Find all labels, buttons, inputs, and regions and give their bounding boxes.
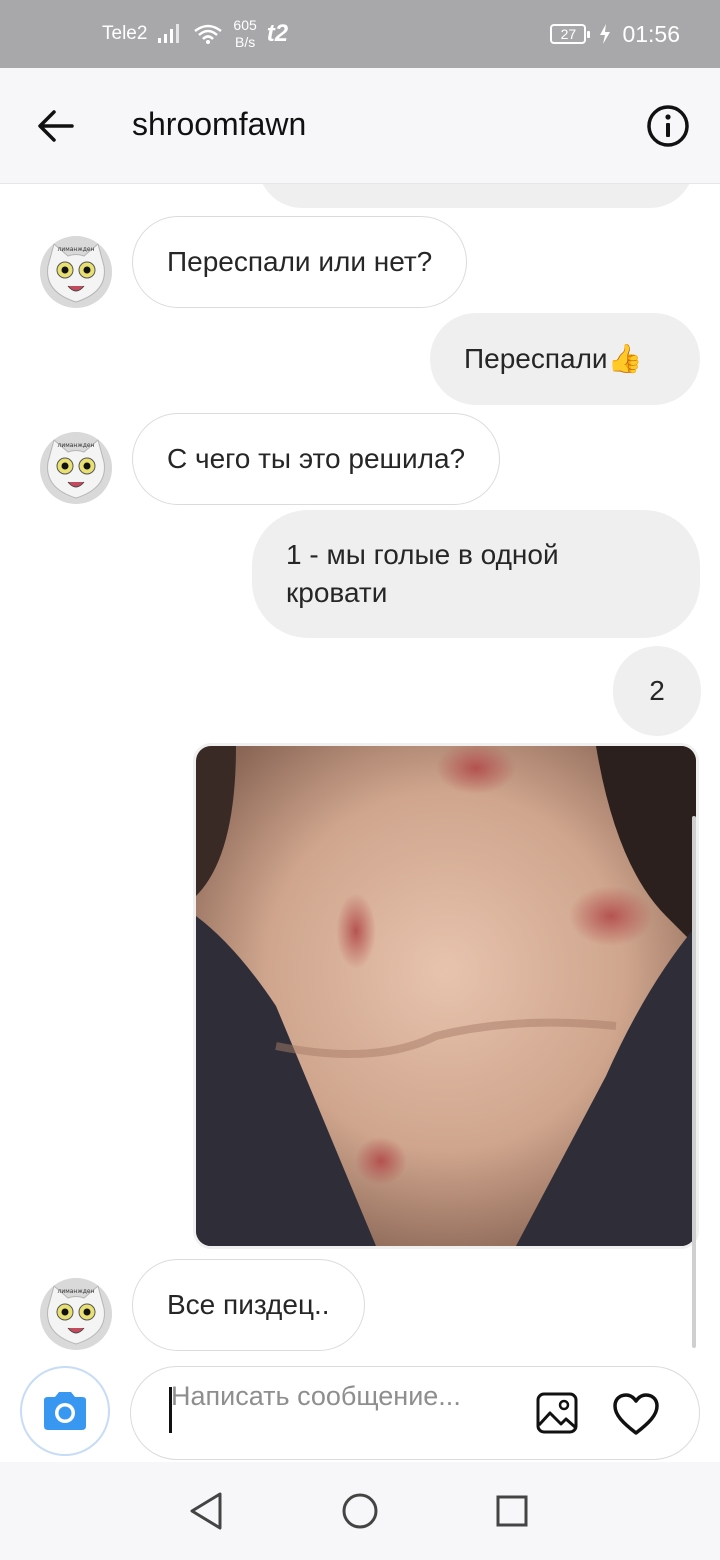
square-recents-icon	[496, 1495, 528, 1527]
avatar-caption: лиманжден	[57, 1288, 94, 1295]
outgoing-message[interactable]: 2	[613, 646, 701, 736]
message-text: С чего ты это решила?	[167, 443, 466, 474]
direct-message-screen: Tele2 605 B/s t2 27 01:56 shroomfawn лим…	[0, 0, 720, 1560]
cat-avatar-icon: лиманжден	[40, 1278, 112, 1350]
camera-button[interactable]	[20, 1366, 110, 1456]
camera-button-inner	[26, 1372, 104, 1450]
speed-value: 605	[233, 17, 257, 33]
avatar-caption: лиманжден	[57, 442, 94, 449]
avatar-caption: лиманжден	[57, 246, 94, 253]
gallery-button[interactable]	[535, 1391, 579, 1435]
message-text: Переспали или нет?	[167, 246, 433, 277]
like-button[interactable]	[611, 1391, 661, 1437]
circle-home-icon	[342, 1493, 378, 1529]
avatar[interactable]: лиманжден	[40, 1278, 112, 1350]
outgoing-message[interactable]: Переспали👍	[430, 313, 700, 405]
message-text: Переспали👍	[464, 343, 643, 374]
network-badge: t2	[266, 20, 289, 47]
avatar[interactable]: лиманжден	[40, 432, 112, 504]
network-speed: 605 B/s	[233, 17, 256, 51]
arrow-left-icon	[38, 110, 74, 142]
battery-icon: 27	[550, 24, 591, 44]
image-icon	[536, 1392, 578, 1434]
nav-home-button[interactable]	[335, 1486, 385, 1536]
charging-icon	[600, 24, 611, 44]
message-text: Все пиздец..	[167, 1289, 330, 1320]
avatar[interactable]: лиманжден	[40, 236, 112, 308]
signal-icon	[158, 24, 180, 43]
outgoing-message[interactable]: 1 - мы голые в одной кровати	[252, 510, 700, 638]
message-text: 1 - мы голые в одной кровати	[286, 539, 559, 608]
wifi-icon	[194, 24, 223, 44]
nav-back-button[interactable]	[182, 1486, 232, 1536]
chat-header: shroomfawn	[0, 68, 720, 184]
message-text: 2	[649, 675, 665, 706]
scrollbar[interactable]	[692, 816, 696, 1348]
status-right: 27 01:56	[550, 0, 680, 68]
cat-avatar-icon: лиманжден	[40, 236, 112, 308]
clock: 01:56	[622, 20, 680, 47]
triangle-back-icon	[190, 1492, 222, 1530]
status-left: Tele2 605 B/s t2	[102, 0, 288, 68]
system-nav-bar	[0, 1462, 720, 1560]
nav-recents-button[interactable]	[487, 1486, 537, 1536]
incoming-message[interactable]: С чего ты это решила?	[132, 413, 501, 505]
battery-level: 27	[560, 26, 577, 42]
heart-icon	[613, 1393, 659, 1435]
speed-unit: B/s	[234, 34, 256, 50]
photo-message[interactable]	[193, 743, 699, 1249]
chat-title[interactable]: shroomfawn	[132, 106, 306, 143]
message-input[interactable]: Написать сообщение...	[171, 1379, 511, 1451]
status-bar: Tele2 605 B/s t2 27 01:56	[0, 0, 720, 68]
carrier-label: Tele2	[102, 23, 148, 44]
cat-avatar-icon: лиманжден	[40, 432, 112, 504]
message-composer: Написать сообщение...	[0, 1362, 720, 1462]
camera-icon	[44, 1392, 86, 1430]
neck-photo	[196, 746, 696, 1246]
back-button[interactable]	[34, 106, 78, 146]
info-button[interactable]	[646, 104, 690, 148]
incoming-message[interactable]: Переспали или нет?	[132, 216, 468, 308]
message-input-box[interactable]: Написать сообщение...	[130, 1366, 700, 1460]
incoming-message[interactable]: Все пиздец..	[132, 1259, 365, 1351]
info-icon	[647, 105, 689, 147]
